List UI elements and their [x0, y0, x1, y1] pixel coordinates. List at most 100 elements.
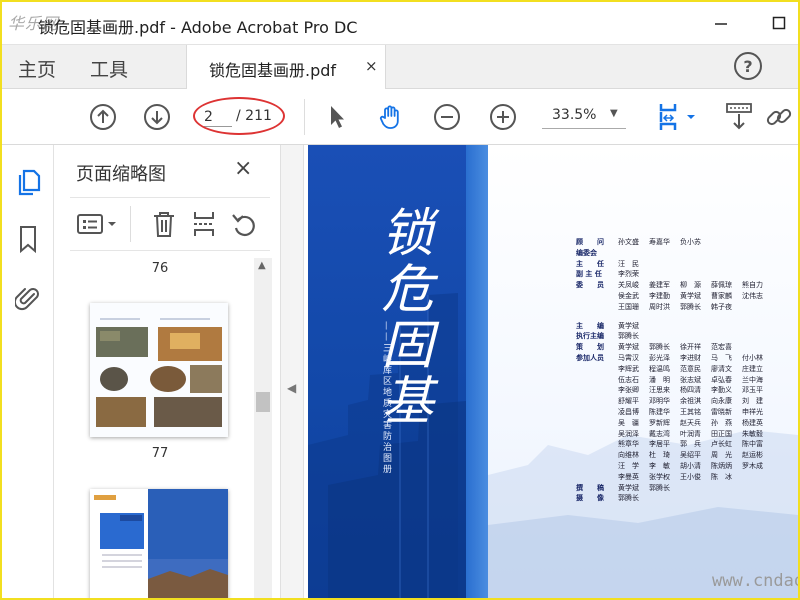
- credit-name: 范意民: [680, 364, 701, 373]
- credit-name: 伍志石: [618, 375, 639, 384]
- credit-name: 寿嘉华: [649, 238, 670, 246]
- credit-names: 孙文盛 寿嘉华 负小苏: [618, 237, 776, 248]
- credit-name: 韩子夜: [711, 302, 732, 311]
- thumbnail-preview: [90, 489, 228, 598]
- credit-role: 撰 稿: [576, 483, 604, 492]
- thumbnail-toolbar: [70, 197, 270, 251]
- credit-name: 熊自力: [742, 281, 763, 290]
- arrow-up-circle-icon: [90, 104, 116, 130]
- credit-names: 汪 民: [618, 259, 776, 270]
- tab-home[interactable]: 主页: [18, 55, 56, 82]
- page-thumbnails-button[interactable]: [14, 167, 42, 196]
- credit-name: 胡小清: [680, 461, 701, 470]
- thumbnail-list[interactable]: 76 77: [70, 253, 266, 598]
- delete-page-button[interactable]: [150, 210, 178, 238]
- credit-role: 策 划: [576, 343, 604, 352]
- zoom-out-button[interactable]: [432, 102, 462, 132]
- credit-name: 马霄汉: [618, 353, 639, 362]
- tab-bar: 主页 工具 锁危固基画册.pdf × ?: [2, 45, 798, 89]
- attachments-button[interactable]: [14, 283, 42, 311]
- credit-name: 李建勤: [649, 291, 670, 300]
- credit-name: 朱敏毅: [742, 429, 763, 438]
- tab-tools[interactable]: 工具: [90, 55, 128, 82]
- scroll-mode-button[interactable]: [724, 102, 754, 132]
- credit-name: 赵运彬: [742, 451, 763, 460]
- app-window: 华乐网 锁危固基画册.pdf - Adobe Acrobat Pro DC 主页…: [0, 0, 800, 600]
- maximize-button[interactable]: [766, 10, 792, 36]
- credit-name: 黄学斌: [618, 483, 639, 492]
- scrollbar-thumb[interactable]: [256, 392, 270, 412]
- cover-accent-band: [466, 145, 488, 598]
- bookmark-icon: [20, 226, 36, 254]
- document-view[interactable]: 锁危固基 ——三峡库区地质灾害防治图册 顾 问孙文盛 寿嘉华 负小苏 编委会主 任汪 …: [304, 145, 798, 598]
- credit-name: 兰中海: [742, 375, 763, 384]
- page-fit-button[interactable]: [654, 102, 700, 132]
- select-cursor-icon: [331, 106, 344, 128]
- help-icon: ?: [743, 56, 753, 76]
- credits-list: 顾 问 孙文盛 寿嘉华 负小苏 编委会主 任 汪 民副 主 任 李烈荣委 员 关凤峻 姜建军 柳 …: [576, 237, 776, 504]
- thumbnail-scrollbar[interactable]: ▲: [254, 258, 272, 598]
- credit-name: 柳 源: [680, 281, 701, 290]
- credit-name: 周 光: [711, 451, 732, 460]
- credit-name: 赵天兵: [680, 418, 701, 427]
- extract-page-button[interactable]: [190, 210, 218, 238]
- credit-name: 田正国: [711, 429, 732, 438]
- toolbar-separator: [304, 99, 305, 135]
- credit-name: 戴志湾: [649, 429, 670, 438]
- credit-names: 李烈荣: [618, 269, 776, 280]
- credit-name: 王小俊: [680, 472, 701, 481]
- help-button[interactable]: ?: [734, 52, 762, 80]
- previous-page-button[interactable]: [88, 102, 118, 132]
- bookmarks-button[interactable]: [14, 225, 42, 254]
- trash-icon: [154, 212, 174, 237]
- hand-tool-button[interactable]: [376, 102, 406, 132]
- select-tool-button[interactable]: [322, 102, 352, 132]
- credit-name: 凌昌博: [618, 407, 639, 416]
- close-tab-icon[interactable]: ×: [365, 57, 378, 75]
- options-menu-button[interactable]: [76, 210, 122, 238]
- minimize-button[interactable]: [708, 10, 734, 36]
- credit-name: 余祖淇: [680, 397, 701, 406]
- arrow-down-circle-icon: [144, 104, 170, 130]
- link-button[interactable]: [764, 102, 794, 132]
- panel-toolbar-separator: [130, 206, 131, 242]
- scroll-up-icon[interactable]: ▲: [258, 260, 266, 271]
- credit-name: 刘 建: [742, 397, 763, 406]
- credit-names: 郭腾长: [618, 331, 776, 342]
- credit-name: 李张卿: [618, 386, 639, 395]
- tab-document[interactable]: 锁危固基画册.pdf ×: [186, 45, 386, 89]
- credit-name: 徐开祥: [680, 343, 701, 352]
- next-page-button[interactable]: [142, 102, 172, 132]
- panel-divider[interactable]: ◀: [280, 145, 304, 598]
- zoom-in-icon: [490, 104, 516, 130]
- chevron-down-icon: ▼: [610, 108, 618, 119]
- credit-name: 舒耀平: [618, 397, 639, 406]
- extract-page-icon: [194, 212, 214, 236]
- thumbnail-page-77[interactable]: [90, 489, 228, 598]
- credit-name: 申祥光: [742, 407, 763, 416]
- credit-name: 李辉武: [618, 364, 639, 373]
- thumbnail-page-76[interactable]: [90, 303, 228, 437]
- close-panel-icon[interactable]: ×: [234, 156, 252, 181]
- credit-names: 黄学斌 郭腾长: [618, 483, 776, 494]
- credit-name: 范宏喜: [711, 343, 732, 352]
- credit-name: 潘 明: [649, 375, 670, 384]
- collapse-panel-icon[interactable]: ◀: [287, 381, 296, 395]
- credit-name: 庄建立: [742, 364, 763, 373]
- credit-name: 邓玉平: [742, 386, 763, 395]
- zoom-out-icon: [434, 104, 460, 130]
- credit-name: 陈炳炳: [711, 461, 732, 470]
- zoom-level-dropdown[interactable]: 33.5% ▼: [542, 105, 626, 129]
- rotate-page-button[interactable]: [230, 210, 258, 238]
- credit-name: 马 飞: [711, 353, 732, 362]
- credit-name: 李曼英: [618, 472, 639, 481]
- credit-names: 马霄汉 彭光泽 李进财 马 飞 付小林 李辉武 程温鸣 范意民 廖清文 庄建立 伍志石 潘 明 张志斌 卓…: [618, 353, 776, 483]
- credit-name: 叶润青: [680, 429, 701, 438]
- credit-name: 郭腾长: [680, 302, 701, 311]
- cover-subtitle: ——三峡库区地质灾害防治图册: [381, 321, 391, 475]
- credit-role: 主 编: [576, 321, 604, 330]
- cover-left-panel: 锁危固基 ——三峡库区地质灾害防治图册: [308, 145, 488, 598]
- red-highlight-annotation: [193, 97, 285, 135]
- zoom-in-button[interactable]: [488, 102, 518, 132]
- document-tab-label: 锁危固基画册.pdf: [209, 61, 337, 80]
